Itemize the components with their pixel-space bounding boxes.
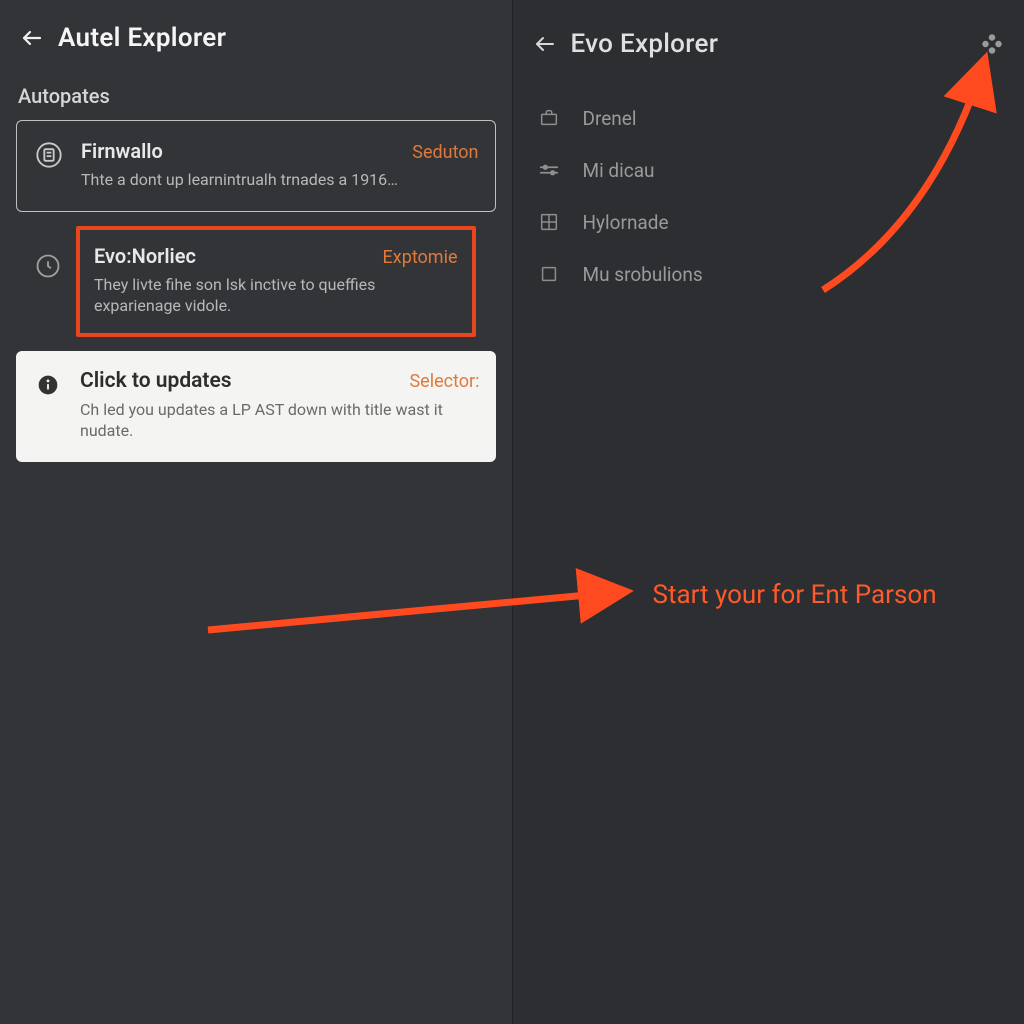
update-cards: Firnwallo Seduton Thte a dont up learnin… <box>0 120 512 462</box>
card-desc: Thte a dont up learnintrualh trnades a 1… <box>81 169 479 191</box>
card-action[interactable]: Selector: <box>409 371 479 392</box>
section-heading: Autopates <box>0 76 512 120</box>
case-icon <box>538 107 560 129</box>
arrow-left-icon <box>533 32 557 56</box>
back-button-right[interactable] <box>525 24 565 64</box>
menu-item-midicau[interactable]: Mi dicau <box>513 144 1024 196</box>
back-button-left[interactable] <box>12 18 52 58</box>
menu-label: Hylornade <box>583 211 669 234</box>
card-title: Evo:Norliec <box>94 244 196 268</box>
header-left: Autel Explorer <box>0 0 512 76</box>
grid-icon <box>538 211 560 233</box>
page-title-left: Autel Explorer <box>58 23 226 53</box>
apps-button[interactable] <box>976 28 1008 60</box>
header-right: Evo Explorer <box>513 0 1024 88</box>
menu-item-drenel[interactable]: Drenel <box>513 92 1024 144</box>
card-title: Click to updates <box>80 369 232 393</box>
menu-label: Mu srobulions <box>583 263 703 286</box>
menu-list: Drenel Mi dicau Hylornade Mu srobulions <box>513 88 1024 304</box>
apps-icon <box>979 31 1005 57</box>
card-title: Firnwallo <box>81 139 163 163</box>
card-desc: Ch led you updates a LP AST down with ti… <box>80 399 480 442</box>
clipboard-icon <box>35 141 63 169</box>
info-icon <box>34 371 62 399</box>
menu-item-musrobulions[interactable]: Mu srobulions <box>513 248 1024 300</box>
card-desc: They livte fihe son lsk inctive to queff… <box>94 274 458 317</box>
card-action[interactable]: Seduton <box>412 142 478 163</box>
square-icon <box>538 263 560 285</box>
clock-icon <box>34 252 62 280</box>
card-evo-highlight[interactable]: Evo:Norliec Exptomie They livte fihe son… <box>76 226 476 337</box>
card-updates[interactable]: Click to updates Selector: Ch led you up… <box>16 351 496 462</box>
slider-icon <box>538 159 560 181</box>
menu-label: Mi dicau <box>583 159 655 182</box>
left-panel: Autel Explorer Autopates Firnwallo Sedut… <box>0 0 513 1024</box>
arrow-left-icon <box>20 26 44 50</box>
annotation-text: Start your for Ent Parson <box>653 580 937 610</box>
page-title-right: Evo Explorer <box>571 29 719 59</box>
menu-label: Drenel <box>583 107 637 130</box>
menu-item-hylornade[interactable]: Hylornade <box>513 196 1024 248</box>
card-action[interactable]: Exptomie <box>383 247 458 268</box>
card-firmware[interactable]: Firnwallo Seduton Thte a dont up learnin… <box>16 120 496 212</box>
right-panel: Evo Explorer Drenel Mi dicau <box>513 0 1024 1024</box>
